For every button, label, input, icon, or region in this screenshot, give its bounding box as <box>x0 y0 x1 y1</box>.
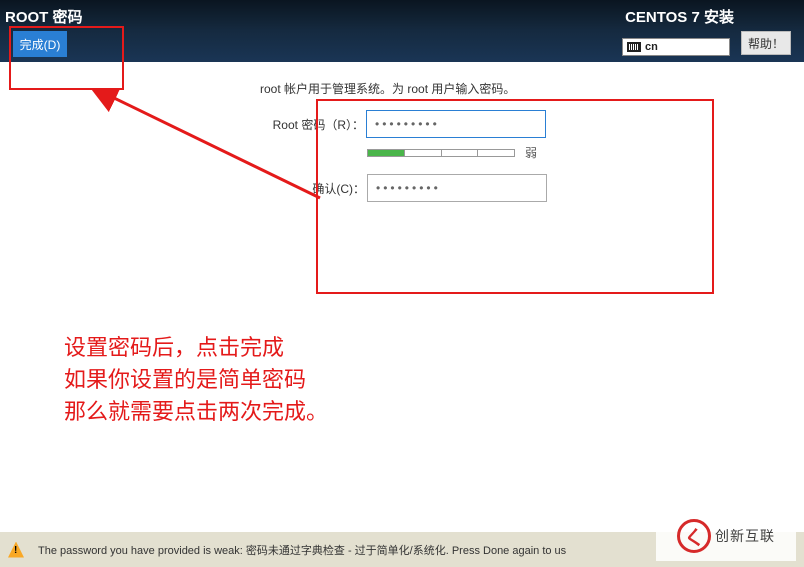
annotation-box-done-button <box>9 26 124 90</box>
watermark-text: 创新互联 <box>715 526 775 546</box>
keyboard-layout-indicator[interactable]: cn <box>622 38 730 56</box>
page-title: ROOT 密码 <box>5 6 83 27</box>
annotation-line-2: 如果你设置的是简单密码 <box>64 364 328 396</box>
help-button[interactable]: 帮助！ <box>741 31 791 55</box>
annotation-box-form <box>316 99 714 294</box>
watermark-logo: く <box>677 519 711 553</box>
watermark: く 创新互联 <box>656 511 796 561</box>
installer-title: CENTOS 7 安装 <box>625 6 734 27</box>
warning-icon <box>8 542 24 558</box>
annotation-instructions: 设置密码后，点击完成 如果你设置的是简单密码 那么就需要点击两次完成。 <box>64 332 328 428</box>
warning-text: The password you have provided is weak: … <box>38 542 566 558</box>
annotation-arrow <box>75 88 325 238</box>
keyboard-layout-text: cn <box>645 41 658 53</box>
annotation-line-3: 那么就需要点击两次完成。 <box>64 396 328 428</box>
keyboard-icon <box>627 42 641 52</box>
annotation-line-1: 设置密码后，点击完成 <box>64 332 328 364</box>
